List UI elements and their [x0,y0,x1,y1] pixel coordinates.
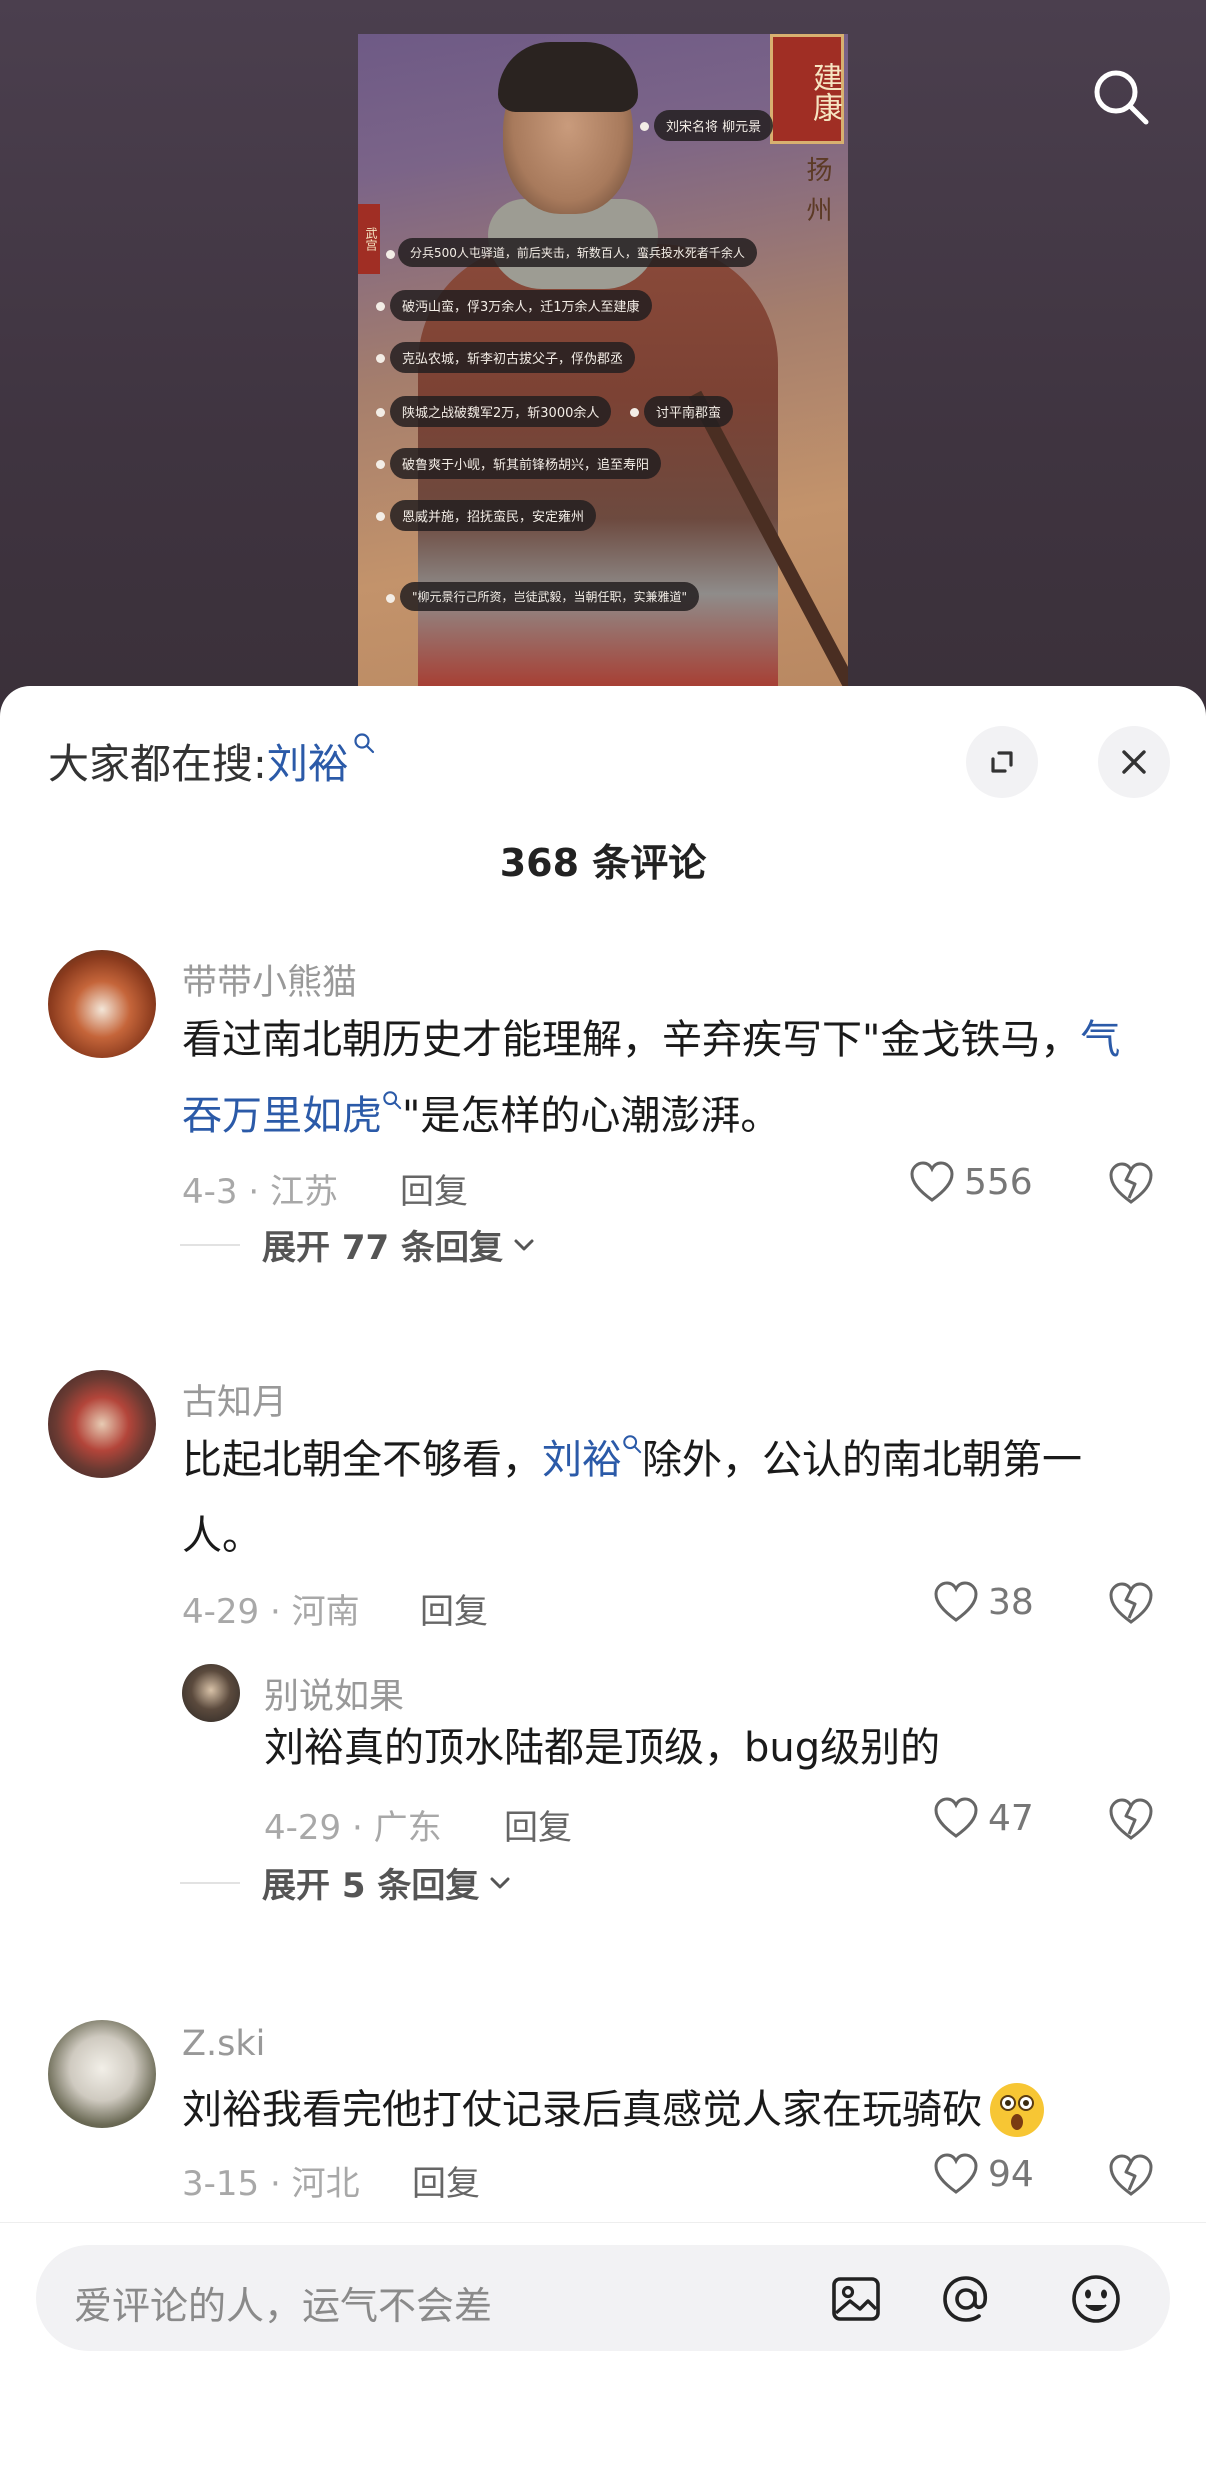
comment-meta: 3-15 · 河北 [182,2164,360,2204]
image-icon[interactable] [828,2271,884,2327]
comment-keyword[interactable]: 刘裕 [542,1437,622,1483]
poster-dot [640,122,649,131]
poster-dot [376,512,385,521]
comment-text-part: "是怎样的心潮澎湃。 [402,1093,781,1139]
comment-meta: 4-29 · 广东 [264,1808,442,1848]
chevron-down-icon [490,1877,510,1888]
like-count: 47 [988,1797,1034,1839]
shocked-emoji-icon [990,2083,1044,2137]
comment-text-part: 刘裕我看完他打仗记录后真感觉人家在玩骑砍 [182,2087,982,2133]
expand-button[interactable] [966,726,1038,798]
heart-icon [934,1797,978,1838]
divider [180,1882,240,1884]
poster-quote: "柳元景行己所资，岂徒武毅，当朝任职，实兼雅道" [400,582,700,611]
heart-icon [910,1161,954,1202]
comment-count: 368 条评论 [499,841,707,885]
close-button[interactable] [1098,726,1170,798]
poster-dot [386,594,395,603]
reply-button[interactable]: 回复 [420,1584,488,1633]
poster-event: 讨平南郡蛮 [644,396,734,427]
video-poster-image: 建康 扬州 武宫 刘宋名将 柳元景 分兵500人屯驿道，前后夹击，斩数百人，蛮兵… [358,34,848,740]
avatar[interactable] [48,1370,156,1478]
heart-icon [934,1581,978,1622]
expand-replies-button[interactable]: 展开 5 条回复 [262,1858,513,1907]
poster-event: 破沔山蛮，俘3万余人，迁1万余人至建康 [390,290,652,321]
username[interactable]: Z.ski [182,2024,265,2064]
expand-replies-label: 展开 77 条回复 [262,1228,503,1268]
like-count: 94 [988,2153,1034,2195]
dislike-icon[interactable] [1106,1796,1156,1842]
poster-dot [376,408,385,417]
username[interactable]: 古知月 [182,1374,287,1425]
comment-text: 刘裕我看完他打仗记录后真感觉人家在玩骑砍 [182,2072,1142,2148]
poster-side-tag: 武宫 [358,204,380,274]
poster-event: 恩威并施，招抚蛮民，安定雍州 [390,500,597,531]
comment-text-part: 比起北朝全不够看， [182,1437,542,1483]
avatar[interactable] [48,2020,156,2128]
like-button[interactable]: 94 [932,2152,1034,2196]
video-background[interactable]: 建康 扬州 武宫 刘宋名将 柳元景 分兵500人屯驿道，前后夹击，斩数百人，蛮兵… [0,0,1206,740]
poster-event: 陕城之战破魏军2万，斩3000余人 [390,396,612,427]
comment-input-bar: 爱评论的人，运气不会差 [0,2222,1206,2470]
comment-meta: 4-3 · 江苏 [182,1172,338,1212]
comment-text: 看过南北朝历史才能理解，辛弃疾写下"金戈铁马，气吞万里如虎 "是怎样的心潮澎湃。 [182,1002,1142,1154]
divider [180,1244,240,1246]
close-icon [1122,750,1146,774]
comment-text: 刘裕真的顶水陆都是顶级，bug级别的 [264,1725,941,1771]
reply-button[interactable]: 回复 [400,1164,468,1213]
comment-meta: 4-29 · 河南 [182,1592,360,1632]
poster-dot [376,302,385,311]
like-count: 556 [964,1161,1033,1203]
avatar[interactable] [182,1664,240,1722]
expand-replies-label: 展开 5 条回复 [262,1866,480,1906]
reply-button[interactable]: 回复 [504,1800,572,1849]
like-button[interactable]: 556 [908,1160,1033,1204]
poster-event: 分兵500人屯驿道，前后夹击，斩数百人，蛮兵投水死者千余人 [398,238,757,267]
comment-input-placeholder: 爱评论的人，运气不会差 [74,2284,493,2328]
reply-button[interactable]: 回复 [412,2156,480,2205]
search-icon [383,1091,402,1110]
expand-replies-button[interactable]: 展开 77 条回复 [262,1220,537,1269]
username[interactable]: 带带小熊猫 [182,954,357,1005]
dislike-icon[interactable] [1106,1160,1156,1206]
poster-dot [386,250,395,259]
poster-map-tag: 建康 [770,34,844,144]
expand-icon [991,751,1013,773]
comment-text: 比起北朝全不够看，刘裕 除外，公认的南北朝第一人。 [182,1422,1142,1574]
like-button[interactable]: 38 [932,1580,1034,1624]
poster-map-side: 扬州 [802,156,832,236]
poster-dot [376,354,385,363]
poster-hair [498,42,638,112]
search-icon [623,1435,642,1454]
poster-dot [630,408,639,417]
chevron-down-icon [514,1239,534,1250]
at-icon[interactable] [938,2271,994,2327]
emoji-icon[interactable] [1068,2271,1124,2327]
comment-sheet: 大家都在搜: 刘裕 368 条评论 带带小熊猫 看过南北朝历史才能理解，辛弃疾写… [0,686,1206,2470]
comment-input[interactable]: 爱评论的人，运气不会差 [36,2245,1170,2351]
avatar[interactable] [48,950,156,1058]
hot-search-prefix: 大家都在搜: [48,740,267,788]
poster-event: 破鲁爽于小岘，斩其前锋杨胡兴，追至寿阳 [390,448,662,479]
poster-name-label: 刘宋名将 柳元景 [654,110,774,141]
poster-dot [376,460,385,469]
like-count: 38 [988,1581,1034,1623]
hot-search-keyword[interactable]: 刘裕 [267,730,349,790]
poster-event: 克弘农城，斩李初古拔父子，俘伪郡丞 [390,342,636,373]
comment-text-part: 看过南北朝历史才能理解，辛弃疾写下"金戈铁马， [182,1017,1081,1063]
hot-search[interactable]: 大家都在搜: 刘裕 [48,730,375,790]
dislike-icon[interactable] [1106,2152,1156,2198]
search-icon [354,733,374,754]
search-icon[interactable] [1090,66,1152,128]
heart-icon [934,2153,978,2194]
dislike-icon[interactable] [1106,1580,1156,1626]
like-button[interactable]: 47 [932,1796,1034,1840]
